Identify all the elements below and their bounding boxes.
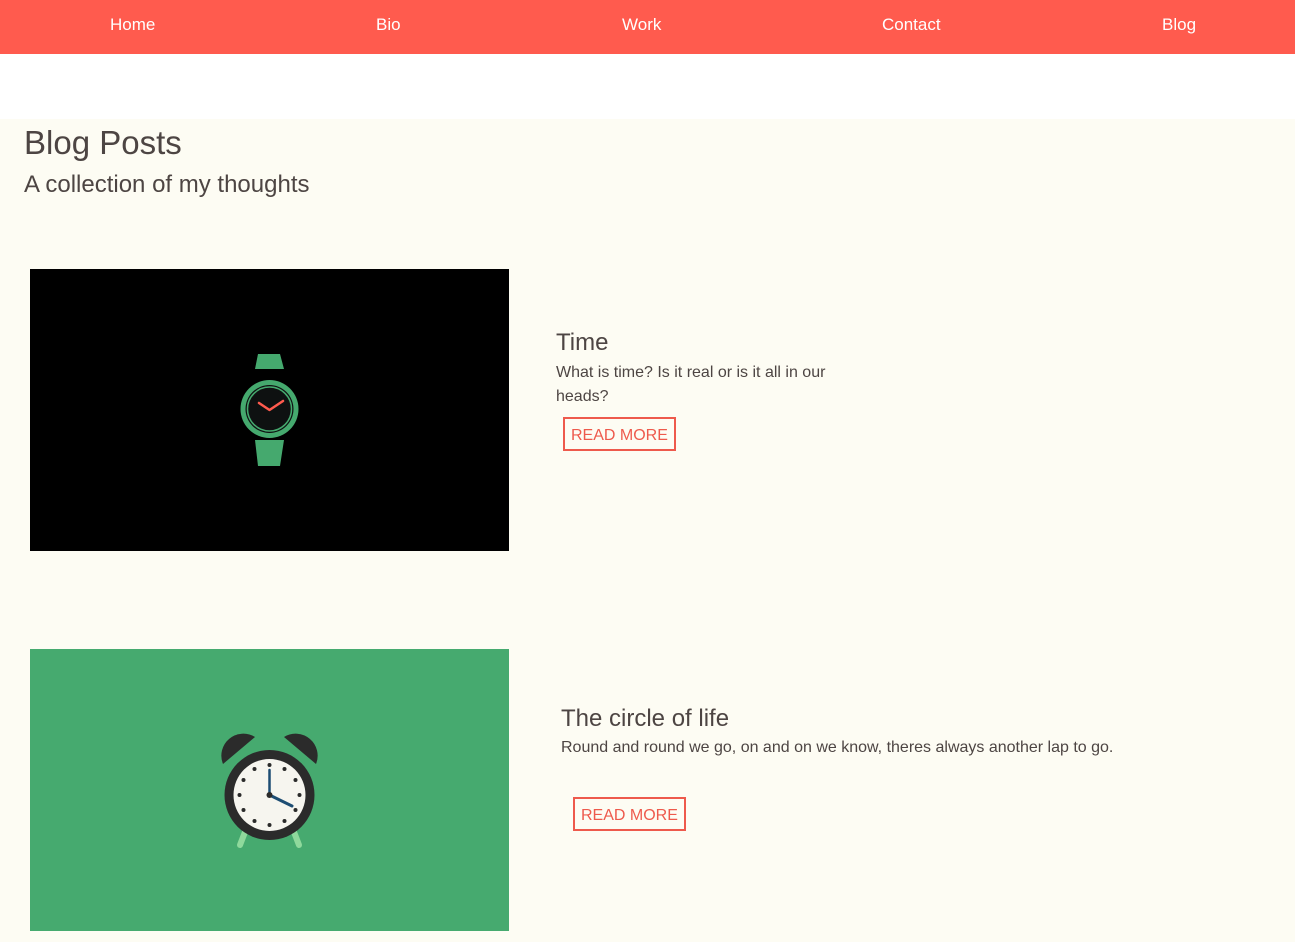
post-excerpt: Round and round we go, on and on we know… — [561, 739, 1114, 756]
nav-link-contact[interactable]: Contact — [882, 15, 941, 35]
read-more-button[interactable]: READ MORE — [573, 797, 686, 831]
wristwatch-icon — [240, 354, 299, 466]
read-more-button[interactable]: READ MORE — [563, 417, 676, 451]
page-title: Blog Posts — [24, 124, 182, 161]
post-image-time[interactable] — [30, 269, 509, 551]
post-excerpt: What is time? Is it real or is it all in… — [556, 364, 826, 405]
post-title: Time — [556, 329, 609, 356]
post-title: The circle of life — [561, 705, 730, 732]
page-subtitle: A collection of my thoughts — [24, 171, 310, 198]
blog-section: Blog Posts A collection of my thoughts T… — [0, 119, 1295, 942]
nav-link-blog[interactable]: Blog — [1162, 15, 1196, 35]
post-image-circle-of-life[interactable] — [30, 649, 509, 931]
alarm-clock-icon — [221, 733, 318, 848]
nav-link-work[interactable]: Work — [622, 15, 661, 35]
nav-link-bio[interactable]: Bio — [376, 15, 401, 35]
top-nav: Home Bio Work Contact Blog — [0, 0, 1295, 54]
nav-link-home[interactable]: Home — [110, 15, 155, 35]
